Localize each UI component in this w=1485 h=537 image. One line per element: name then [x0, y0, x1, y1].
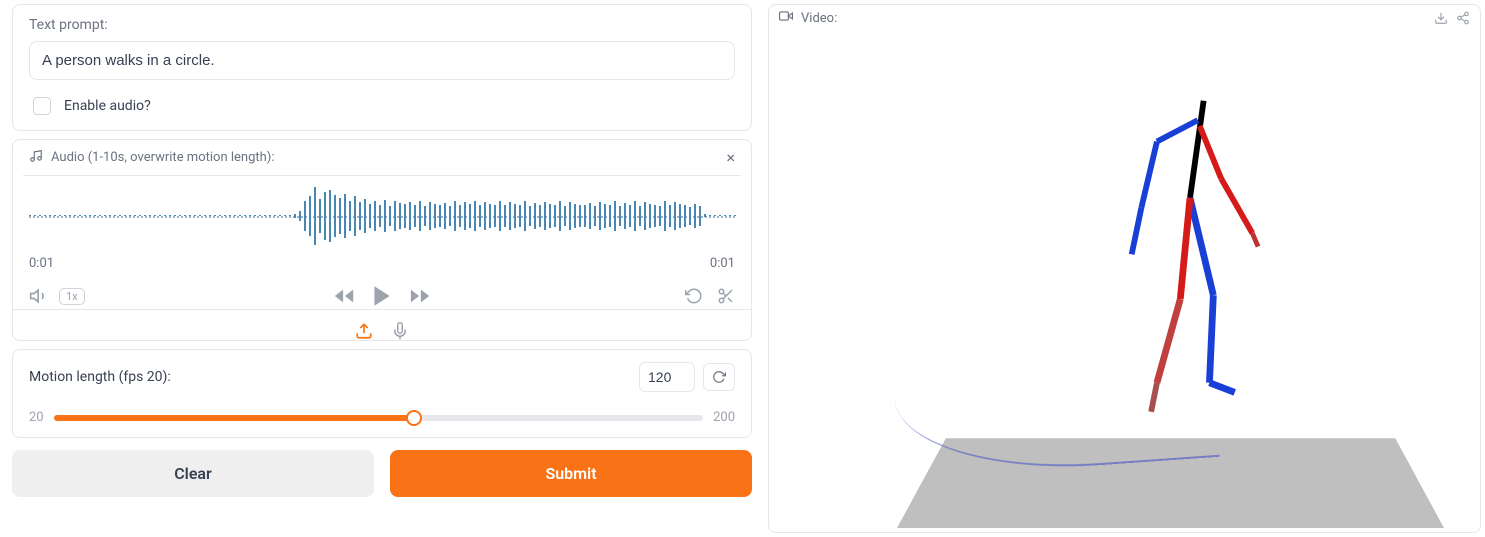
motion-length-slider[interactable] [54, 415, 703, 421]
enable-audio-checkbox[interactable] [33, 97, 51, 115]
motion-length-panel: Motion length (fps 20): 20 200 [12, 349, 752, 438]
upload-icon[interactable] [355, 322, 373, 340]
clear-button[interactable]: Clear [12, 450, 374, 497]
volume-icon[interactable] [29, 286, 49, 306]
reset-icon[interactable] [703, 363, 735, 391]
prompt-label: Text prompt: [29, 17, 735, 33]
enable-audio-row[interactable]: Enable audio? [29, 94, 735, 118]
video-panel: Video: [768, 4, 1481, 533]
prompt-panel: Text prompt: Enable audio? [12, 4, 752, 131]
rewind-icon[interactable] [333, 285, 355, 307]
forward-icon[interactable] [409, 285, 431, 307]
enable-audio-label: Enable audio? [64, 98, 151, 114]
close-icon[interactable]: × [726, 148, 735, 167]
submit-button[interactable]: Submit [390, 450, 752, 497]
motion-length-input[interactable] [639, 362, 695, 392]
share-icon[interactable] [1456, 11, 1470, 25]
audio-time-start: 0:01 [29, 256, 54, 271]
scissors-icon[interactable] [717, 287, 735, 305]
motion-length-label: Motion length (fps 20): [29, 369, 171, 385]
playback-speed[interactable]: 1x [59, 288, 85, 305]
audio-panel: Audio (1-10s, overwrite motion length): … [12, 139, 752, 341]
play-icon[interactable] [369, 283, 395, 309]
download-icon[interactable] [1434, 11, 1448, 25]
music-icon [29, 149, 43, 167]
audio-waveform[interactable] [29, 184, 735, 248]
video-icon [779, 9, 793, 27]
audio-header-label: Audio (1-10s, overwrite motion length): [51, 150, 274, 165]
video-viewport[interactable] [769, 31, 1480, 532]
undo-icon[interactable] [685, 287, 703, 305]
microphone-icon[interactable] [391, 322, 409, 340]
audio-time-end: 0:01 [710, 256, 735, 271]
video-label: Video: [801, 11, 837, 26]
prompt-input[interactable] [29, 41, 735, 80]
skeleton-figure [1110, 91, 1270, 441]
slider-min-label: 20 [29, 410, 44, 425]
slider-max-label: 200 [713, 410, 735, 425]
